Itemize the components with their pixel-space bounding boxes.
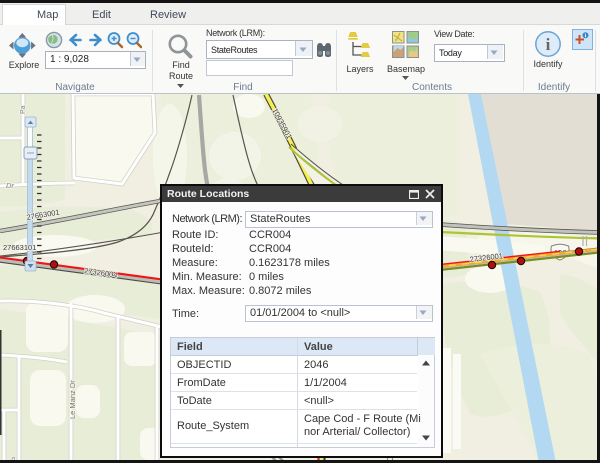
svg-text:27663101: 27663101 <box>3 243 36 252</box>
svg-text:Pa: Pa <box>20 105 27 114</box>
svg-text:i: i <box>546 35 551 54</box>
svg-text:Le Manz Dr: Le Manz Dr <box>68 380 77 419</box>
svg-text:Dr: Dr <box>6 181 14 190</box>
